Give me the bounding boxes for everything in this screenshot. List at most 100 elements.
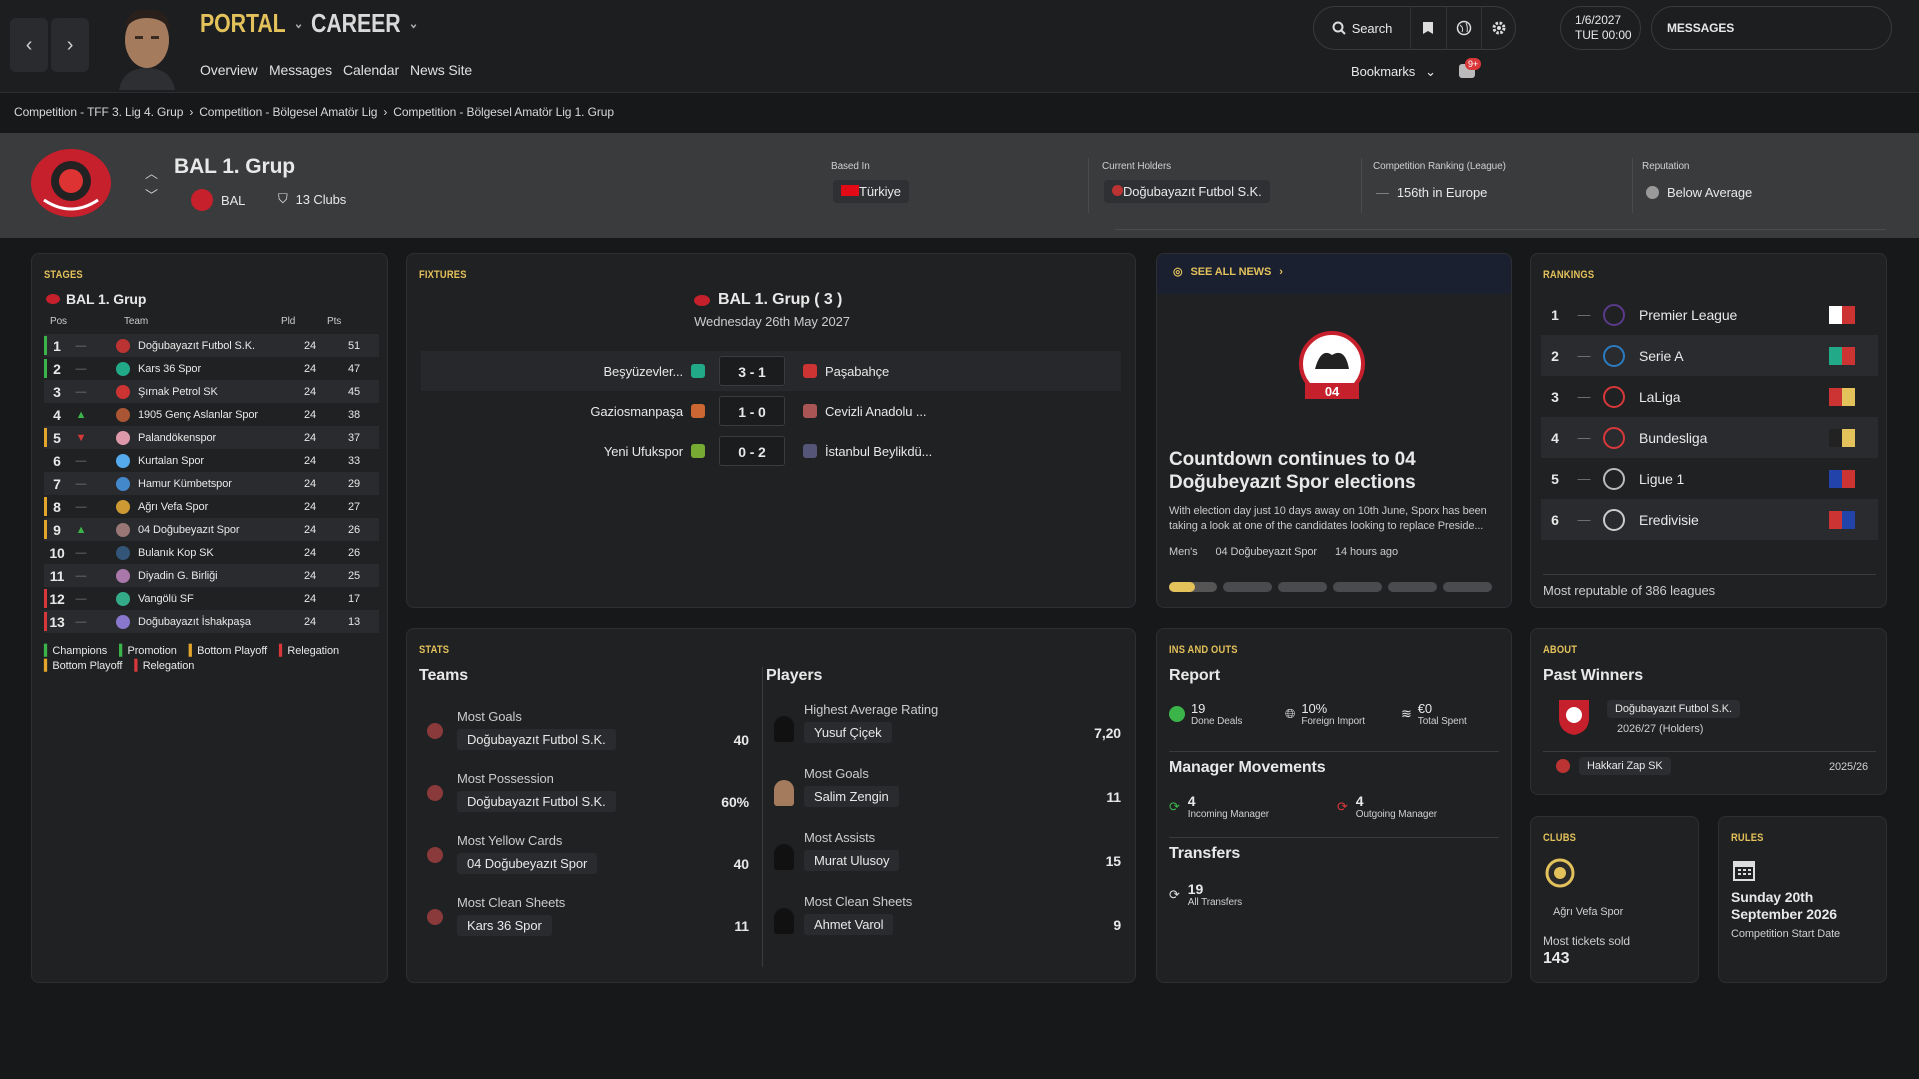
ranking-row[interactable]: 1 — Premier League bbox=[1541, 294, 1878, 335]
messages-button[interactable]: MESSAGES bbox=[1651, 6, 1892, 50]
table-row[interactable]: 2 — Kars 36 Spor 24 47 bbox=[44, 357, 379, 380]
pager-dot[interactable] bbox=[1223, 582, 1272, 592]
bookmarks-menu[interactable]: Bookmarks ⌄ bbox=[1351, 64, 1436, 80]
team-name[interactable]: 1905 Genç Aslanlar Spor bbox=[138, 409, 288, 421]
ranking-row[interactable]: 4 — Bundesliga bbox=[1541, 417, 1878, 458]
league-name[interactable]: Bundesliga bbox=[1639, 430, 1829, 446]
fixture-row[interactable]: Yeni Ufukspor 0 - 2 İstanbul Beylikdü... bbox=[421, 431, 1121, 471]
stat-name[interactable]: Doğubayazıt Futbol S.K. bbox=[457, 729, 616, 750]
pager-dot[interactable] bbox=[1388, 582, 1437, 592]
pager-dot[interactable] bbox=[1443, 582, 1492, 592]
stat-block[interactable]: Most Yellow Cards 04 Doğubeyazıt Spor 40 bbox=[419, 833, 749, 895]
winner-name[interactable]: Hakkari Zap SK bbox=[1579, 757, 1671, 775]
league-name[interactable]: Premier League bbox=[1639, 307, 1829, 323]
breadcrumb-item[interactable]: Competition - Bölgesel Amatör Lig bbox=[199, 105, 377, 119]
team-name[interactable]: Diyadin G. Birliği bbox=[138, 570, 288, 582]
career-menu[interactable]: CAREER ⌄ bbox=[311, 8, 418, 39]
stat-name[interactable]: Salim Zengin bbox=[804, 786, 899, 807]
ranking-row[interactable]: 6 — Eredivisie bbox=[1541, 499, 1878, 540]
back-button[interactable]: ‹ bbox=[10, 18, 48, 72]
fixtures-group[interactable]: BAL 1. Grup ( 3 ) bbox=[694, 291, 842, 309]
table-row[interactable]: 7 — Hamur Kümbetspor 24 29 bbox=[44, 472, 379, 495]
table-row[interactable]: 10 — Bulanık Kop SK 24 26 bbox=[44, 541, 379, 564]
globe-button[interactable] bbox=[1447, 6, 1483, 50]
breadcrumb-item[interactable]: Competition - Bölgesel Amatör Lig 1. Gru… bbox=[393, 105, 614, 119]
nav-calendar[interactable]: Calendar bbox=[343, 62, 399, 78]
team-name[interactable]: Kurtalan Spor bbox=[138, 455, 288, 467]
outgoing-manager[interactable]: ⟳ 4 Outgoing Manager bbox=[1337, 793, 1437, 820]
ranking-row[interactable]: 5 — Ligue 1 bbox=[1541, 458, 1878, 499]
team-name[interactable]: Doğubayazıt Futbol S.K. bbox=[138, 340, 288, 352]
table-row[interactable]: 11 — Diyadin G. Birliği 24 25 bbox=[44, 564, 379, 587]
stat-name[interactable]: Kars 36 Spor bbox=[457, 915, 552, 936]
home-team[interactable]: Beşyüzevler... bbox=[421, 364, 683, 379]
settings-button[interactable] bbox=[1482, 6, 1515, 50]
table-row[interactable]: 13 — Doğubayazıt İshakpaşa 24 13 bbox=[44, 610, 379, 633]
breadcrumb-item[interactable]: Competition - TFF 3. Lig 4. Grup bbox=[14, 105, 183, 119]
table-row[interactable]: 4 ▲ 1905 Genç Aslanlar Spor 24 38 bbox=[44, 403, 379, 426]
team-name[interactable]: Ağrı Vefa Spor bbox=[138, 501, 288, 513]
forward-button[interactable]: › bbox=[51, 18, 89, 72]
collapse-down-button[interactable]: ﹀ bbox=[145, 185, 158, 204]
table-row[interactable]: 1 — Doğubayazıt Futbol S.K. 24 51 bbox=[44, 334, 379, 357]
portal-menu[interactable]: PORTAL ⌄ bbox=[200, 8, 303, 39]
news-headline[interactable]: Countdown continues to 04 Doğubeyazıt Sp… bbox=[1169, 448, 1499, 494]
holders-value[interactable]: Doğubayazıt Futbol S.K. bbox=[1104, 180, 1270, 203]
league-name[interactable]: Serie A bbox=[1639, 348, 1829, 364]
stat-block[interactable]: Most Assists Murat Ulusoy 15 bbox=[766, 830, 1121, 894]
nav-overview[interactable]: Overview bbox=[200, 62, 258, 78]
ranking-row[interactable]: 3 — LaLiga bbox=[1541, 376, 1878, 417]
game-date[interactable]: 1/6/2027 TUE 00:00 bbox=[1560, 6, 1641, 50]
team-name[interactable]: Doğubayazıt İshakpaşa bbox=[138, 616, 288, 628]
bookmark-button[interactable] bbox=[1411, 6, 1447, 50]
away-team[interactable]: İstanbul Beylikdü... bbox=[825, 444, 1025, 459]
stat-name[interactable]: Yusuf Çiçek bbox=[804, 722, 892, 743]
stat-name[interactable]: 04 Doğubeyazıt Spor bbox=[457, 853, 598, 874]
pager-dot[interactable] bbox=[1278, 582, 1327, 592]
home-team[interactable]: Gaziosmanpaşa bbox=[421, 404, 683, 419]
fixture-row[interactable]: Beşyüzevler... 3 - 1 Paşabahçe bbox=[421, 351, 1121, 391]
ranking-row[interactable]: 2 — Serie A bbox=[1541, 335, 1878, 376]
total-spent[interactable]: ≋ €0 Total Spent bbox=[1401, 701, 1467, 727]
stat-block[interactable]: Most Goals Doğubayazıt Futbol S.K. 40 bbox=[419, 709, 749, 771]
nav-messages[interactable]: Messages bbox=[269, 62, 332, 78]
collapse-up-button[interactable]: ︿ bbox=[145, 163, 158, 182]
done-deals[interactable]: 19 Done Deals bbox=[1169, 701, 1242, 727]
table-row[interactable]: 8 — Ağrı Vefa Spor 24 27 bbox=[44, 495, 379, 518]
stat-block[interactable]: Most Possession Doğubayazıt Futbol S.K. 60… bbox=[419, 771, 749, 833]
stat-name[interactable]: Murat Ulusoy bbox=[804, 850, 900, 871]
team-name[interactable]: Kars 36 Spor bbox=[138, 363, 288, 375]
table-row[interactable]: 5 ▼ Palandökenspor 24 37 bbox=[44, 426, 379, 449]
team-name[interactable]: Bulanık Kop SK bbox=[138, 547, 288, 559]
incoming-manager[interactable]: ⟳ 4 Incoming Manager bbox=[1169, 793, 1269, 820]
table-row[interactable]: 9 ▲ 04 Doğubeyazıt Spor 24 26 bbox=[44, 518, 379, 541]
league-name[interactable]: LaLiga bbox=[1639, 389, 1829, 405]
away-team[interactable]: Paşabahçe bbox=[825, 364, 1025, 379]
foreign-import[interactable]: 🌐︎ 10% Foreign Import bbox=[1285, 701, 1365, 727]
all-transfers[interactable]: ⟳ 19 All Transfers bbox=[1169, 881, 1242, 908]
table-row[interactable]: 6 — Kurtalan Spor 24 33 bbox=[44, 449, 379, 472]
score[interactable]: 1 - 0 bbox=[719, 396, 785, 426]
score[interactable]: 0 - 2 bbox=[719, 436, 785, 466]
home-team[interactable]: Yeni Ufukspor bbox=[421, 444, 683, 459]
away-team[interactable]: Cevizli Anadolu ... bbox=[825, 404, 1025, 419]
based-in-value[interactable]: Türkiye bbox=[833, 180, 909, 203]
team-name[interactable]: 04 Doğubeyazıt Spor bbox=[138, 524, 288, 536]
manager-avatar[interactable] bbox=[113, 4, 181, 90]
pager-dot-active[interactable] bbox=[1169, 582, 1217, 592]
search-button[interactable]: Search bbox=[1314, 6, 1412, 50]
table-row[interactable]: 3 — Şırnak Petrol SK 24 45 bbox=[44, 380, 379, 403]
team-name[interactable]: Palandökenspor bbox=[138, 432, 288, 444]
pager-dot[interactable] bbox=[1333, 582, 1382, 592]
team-name[interactable]: Vangölü SF bbox=[138, 593, 288, 605]
fixture-row[interactable]: Gaziosmanpaşa 1 - 0 Cevizli Anadolu ... bbox=[421, 391, 1121, 431]
table-row[interactable]: 12 — Vangölü SF 24 17 bbox=[44, 587, 379, 610]
club-name[interactable]: Ağrı Vefa Spor bbox=[1553, 906, 1623, 918]
stat-name[interactable]: Ahmet Varol bbox=[804, 914, 894, 935]
league-name[interactable]: Eredivisie bbox=[1639, 512, 1829, 528]
stat-block[interactable]: Most Goals Salim Zengin 11 bbox=[766, 766, 1121, 830]
score[interactable]: 3 - 1 bbox=[719, 356, 785, 386]
league-name[interactable]: Ligue 1 bbox=[1639, 471, 1829, 487]
stat-block[interactable]: Highest Average Rating Yusuf Çiçek 7,20 bbox=[766, 702, 1121, 766]
stat-name[interactable]: Doğubayazıt Futbol S.K. bbox=[457, 791, 616, 812]
